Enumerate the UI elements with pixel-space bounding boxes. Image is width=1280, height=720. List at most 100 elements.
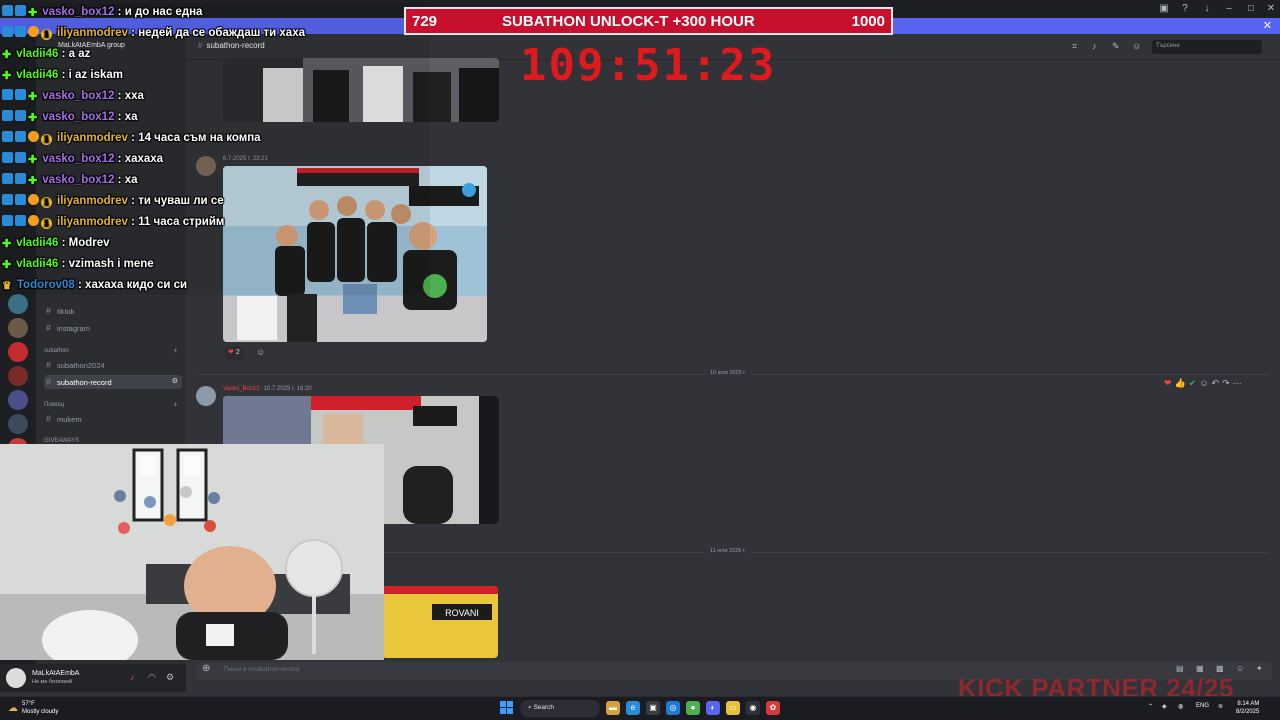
weather-temp: 57°F xyxy=(22,701,35,707)
add-reaction-icon[interactable]: ☺ xyxy=(1199,378,1211,388)
obs-icon[interactable]: ◉ xyxy=(746,701,760,715)
gif-icon[interactable]: ▦ xyxy=(1196,664,1204,673)
server-icon[interactable] xyxy=(8,414,28,434)
hash-icon: # xyxy=(46,306,52,316)
taskbar-clock[interactable]: 8:14 AM 8/2/2025 xyxy=(1236,700,1259,716)
help-icon[interactable]: ? xyxy=(1176,2,1194,16)
headphones-icon[interactable]: ◠ xyxy=(148,672,156,683)
search-input[interactable]: Търсене xyxy=(1152,40,1262,54)
server-icon[interactable] xyxy=(8,318,28,338)
chat-username: vladii46 xyxy=(16,48,59,60)
weather-widget[interactable]: ☁ 57°F Mostly cloudy xyxy=(8,700,58,716)
subathon-timer: 109:51:23 xyxy=(520,40,777,91)
inbox-icon[interactable]: ▣ xyxy=(1155,2,1173,16)
channel-subathon2024[interactable]: # subathon2024 xyxy=(44,358,182,372)
channel-instagram[interactable]: # instagram xyxy=(44,321,182,335)
chat-badges: ✚ xyxy=(2,87,39,105)
close-window-icon[interactable]: ✕ xyxy=(1262,2,1280,16)
chat-separator: : xyxy=(127,27,139,39)
chevron-up-icon[interactable]: ⌃ xyxy=(1148,703,1153,710)
bell-icon[interactable]: ♪ xyxy=(1092,41,1097,51)
forward-icon[interactable]: ↷ xyxy=(1222,378,1233,388)
threads-icon[interactable]: ⌗ xyxy=(1072,41,1077,52)
server-icon[interactable] xyxy=(8,366,28,386)
apps-icon[interactable]: ✦ xyxy=(1256,664,1263,673)
chat-separator: : xyxy=(114,90,125,102)
add-reaction-icon[interactable]: ☺ xyxy=(256,347,265,357)
user-name[interactable]: MaLkAtAEmbA xyxy=(32,670,79,677)
server-icon[interactable] xyxy=(8,342,28,362)
wifi-icon[interactable]: ≋ xyxy=(1218,703,1223,710)
chat-username: vasko_box12 xyxy=(42,174,115,186)
file-explorer-icon[interactable]: ▬ xyxy=(606,701,620,715)
heart-icon[interactable]: ❤ xyxy=(1164,378,1175,388)
badge-icon xyxy=(28,131,39,142)
badge-icon xyxy=(28,215,39,226)
message-author[interactable]: Vasko_Box12 xyxy=(223,386,260,392)
chat-badges: ✚ xyxy=(2,171,39,189)
app-icon[interactable]: ✿ xyxy=(766,701,780,715)
gift-badge-icon: 1 xyxy=(41,29,52,40)
chat-separator: : xyxy=(114,153,125,165)
tray-icon[interactable]: ◍ xyxy=(1178,703,1183,710)
chat-text: a az xyxy=(68,48,91,60)
kick-badge-icon: ✚ xyxy=(28,112,38,124)
settings-icon[interactable]: ⚙ xyxy=(166,672,174,683)
add-channel-icon[interactable]: + xyxy=(173,346,178,355)
check-icon[interactable]: ✔ xyxy=(1189,378,1200,388)
chat-message: 1 iliyanmodrev : ти чуваш ли се xyxy=(2,192,224,213)
maximize-icon[interactable]: □ xyxy=(1242,2,1260,16)
folder-icon[interactable]: ▭ xyxy=(726,701,740,715)
emoji-icon[interactable]: ☺ xyxy=(1236,664,1244,673)
server-icon[interactable] xyxy=(8,390,28,410)
reaction-count: 2 xyxy=(235,349,240,356)
reaction-heart[interactable]: ❤ 2 xyxy=(223,346,245,360)
edge-icon[interactable]: e xyxy=(626,701,640,715)
thumbs-up-icon[interactable]: 👍 xyxy=(1175,378,1189,388)
gift-icon[interactable]: ▤ xyxy=(1176,664,1184,673)
chat-message: ✚ vasko_box12 : ха xyxy=(2,171,138,192)
chat-text: i az iskam xyxy=(68,69,123,81)
category-subathon[interactable]: subathon xyxy=(44,348,69,354)
kick-badge-icon: ✚ xyxy=(2,259,12,271)
chat-username: iliyanmodrev xyxy=(57,216,128,228)
attachment-image[interactable]: ROVANI xyxy=(382,586,498,658)
add-channel-icon[interactable]: + xyxy=(173,400,178,409)
more-icon[interactable]: ⋯ xyxy=(1233,378,1245,388)
settings-icon[interactable]: ⚙ xyxy=(172,375,178,389)
reply-icon[interactable]: ↶ xyxy=(1212,378,1223,388)
download-icon[interactable]: ↓ xyxy=(1198,2,1216,16)
app-icon[interactable]: ◎ xyxy=(666,701,680,715)
minimize-icon[interactable]: – xyxy=(1220,2,1238,16)
chrome-icon[interactable]: ● xyxy=(686,701,700,715)
server-icon[interactable] xyxy=(8,294,28,314)
chat-badges: 1 xyxy=(2,129,54,147)
pin-icon[interactable]: ✎ xyxy=(1112,41,1120,52)
channel-mukem[interactable]: # mukem xyxy=(44,412,182,426)
members-icon[interactable]: ☺ xyxy=(1132,41,1141,51)
subscriber-badge-icon xyxy=(2,131,13,142)
discord-icon[interactable]: ◐ xyxy=(706,701,720,715)
windows-start-icon[interactable] xyxy=(500,701,514,715)
channel-tiktok[interactable]: # tiktok xyxy=(44,304,182,318)
sticker-icon[interactable]: ▩ xyxy=(1216,664,1224,673)
channel-subathon-record[interactable]: # subathon-record ⚙ xyxy=(44,375,182,389)
language-indicator[interactable]: ENG xyxy=(1196,703,1209,709)
chat-message: 1 iliyanmodrev : 11 часа стрийм xyxy=(2,213,224,234)
mute-icon[interactable]: ♪ xyxy=(130,672,135,682)
taskbar-search[interactable]: ⌕ Search xyxy=(520,700,600,717)
chat-message: ✚ vasko_box12 : ха xyxy=(2,108,138,129)
kick-badge-icon: ✚ xyxy=(28,7,38,19)
tray-icon[interactable]: ◈ xyxy=(1162,703,1167,710)
close-icon[interactable]: ✕ xyxy=(1263,19,1272,32)
avatar[interactable] xyxy=(6,668,26,688)
chat-separator: : xyxy=(74,279,86,291)
app-icon[interactable]: ▣ xyxy=(646,701,660,715)
upload-icon[interactable]: ⊕ xyxy=(202,663,210,674)
chat-text: Modrev xyxy=(68,237,110,249)
message-header: Vasko_Box12 10.7.2025 г. 16:20 xyxy=(223,386,312,392)
avatar[interactable] xyxy=(196,386,216,406)
category-help[interactable]: Помощ xyxy=(44,402,64,408)
kick-badge-icon: ✚ xyxy=(2,70,12,82)
channel-label: subathon2024 xyxy=(57,361,105,370)
